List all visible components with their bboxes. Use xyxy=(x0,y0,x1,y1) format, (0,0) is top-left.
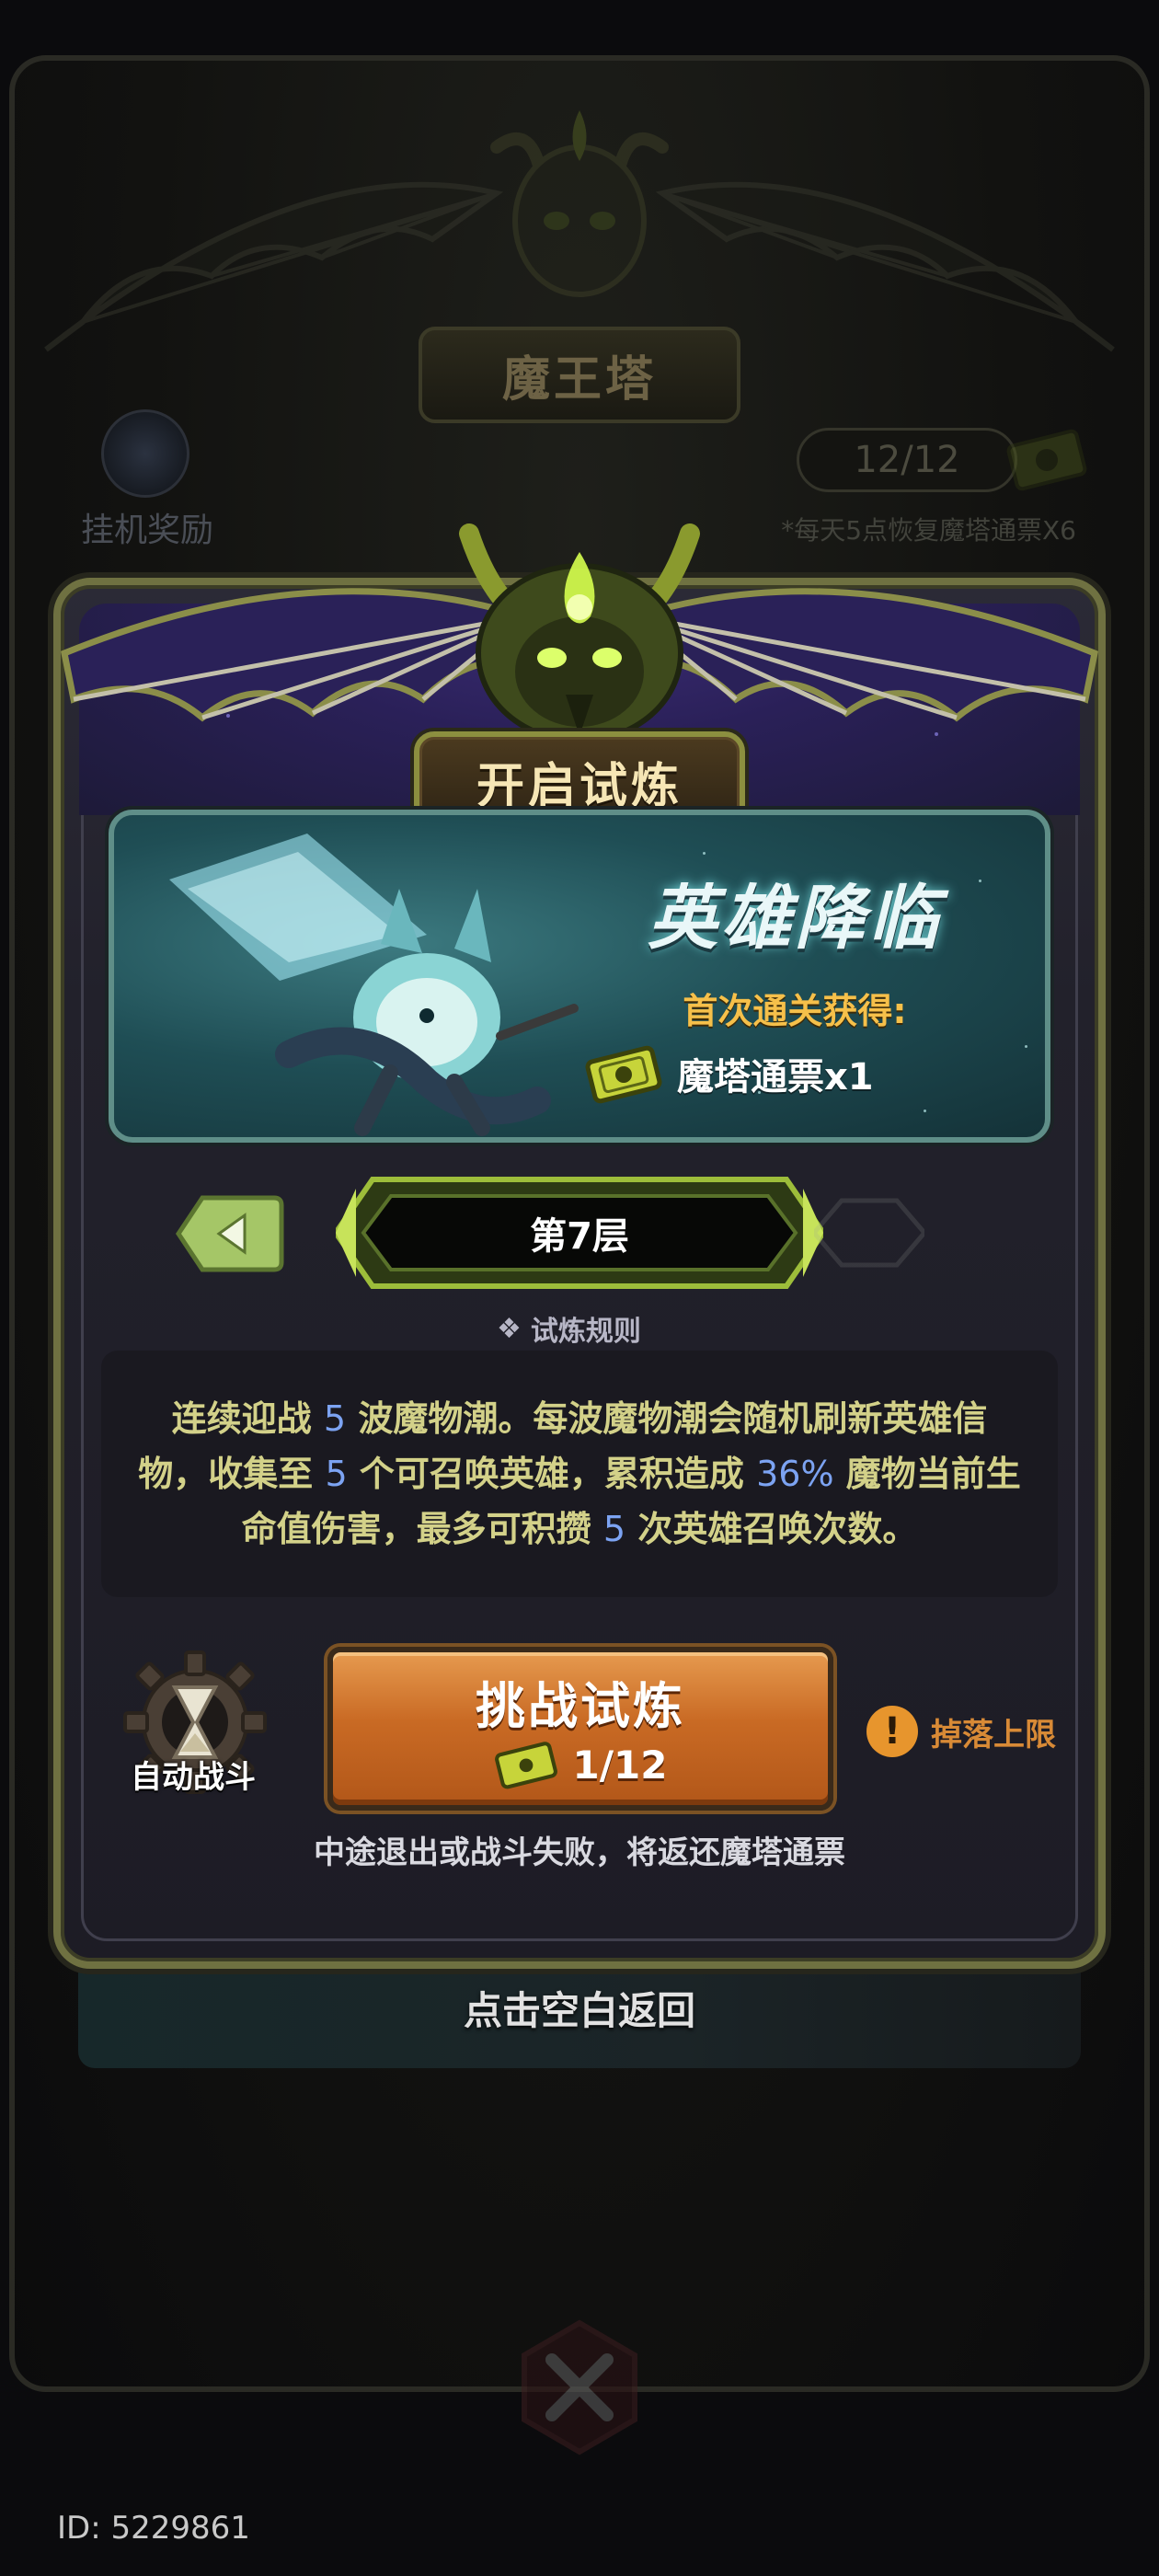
first-clear-reward: 魔塔通票x1 xyxy=(583,1043,874,1104)
challenge-button-label: 挑战试炼 xyxy=(476,1677,685,1735)
challenge-cost: 1/12 xyxy=(333,1739,828,1790)
floor-label: 第7层 xyxy=(530,1215,629,1258)
trial-title: 开启试炼 xyxy=(476,758,683,814)
rules-text-segment: 连续迎战 xyxy=(171,1398,324,1439)
banner-title: 英雄降临 xyxy=(648,877,942,959)
moon-icon xyxy=(101,409,189,498)
tower-title-plate: 魔王塔 xyxy=(419,327,740,423)
rules-text-segment: 次英雄召唤次数。 xyxy=(625,1509,918,1549)
rules-description-box: 连续迎战 5 波魔物潮。每波魔物潮会随机刷新英雄信物，收集至 5 个可召唤英雄，… xyxy=(101,1351,1058,1597)
first-clear-reward-label: 首次通关获得: xyxy=(683,991,907,1031)
auto-battle-label: 自动战斗 xyxy=(131,1759,256,1796)
drop-limit-label: 掉落上限 xyxy=(931,1716,1056,1754)
refund-note: 中途退出或战斗失败，将返还魔塔通票 xyxy=(314,1834,845,1871)
close-emblem-icon xyxy=(522,2319,637,2455)
warning-icon: ! xyxy=(866,1706,918,1757)
background-demon-skull-icon xyxy=(490,110,669,297)
rules-text-segment: 个可召唤英雄，累积造成 xyxy=(347,1454,757,1494)
tower-ticket-icon xyxy=(495,1742,558,1789)
next-floor-ghost-icon xyxy=(814,1198,924,1268)
trial-rules-link[interactable]: ❖ 试炼规则 xyxy=(497,1308,641,1349)
ticket-icon xyxy=(1006,429,1087,491)
tap-blank-to-return[interactable]: 点击空白返回 xyxy=(0,1980,1159,2036)
rules-wave-count: 5 xyxy=(323,1398,347,1439)
hero-banner: 英雄降临 首次通关获得: 魔塔通票x1 xyxy=(109,810,1050,1143)
tower-title: 魔王塔 xyxy=(501,352,657,408)
rules-summon-count: 5 xyxy=(602,1509,626,1549)
challenge-trial-button[interactable]: 挑战试炼 1/12 xyxy=(327,1647,833,1811)
auto-battle-toggle[interactable]: 自动战斗 xyxy=(110,1649,276,1805)
rules-token-count: 5 xyxy=(325,1454,348,1494)
ticket-count: 12/12 xyxy=(797,428,1017,492)
hero-illustration xyxy=(169,834,579,1136)
previous-floor-button[interactable] xyxy=(175,1192,285,1275)
user-id-label: ID: 5229861 xyxy=(57,2510,250,2547)
tower-ticket-icon xyxy=(585,1045,662,1104)
drop-limit-button[interactable]: ! 掉落上限 xyxy=(866,1706,1056,1757)
diamond-cluster-icon: ❖ xyxy=(497,1312,522,1345)
trial-rules-label: 试炼规则 xyxy=(530,1316,641,1348)
rules-description: 连续迎战 5 波魔物潮。每波魔物潮会随机刷新英雄信物，收集至 5 个可召唤英雄，… xyxy=(138,1391,1021,1557)
rules-damage-percent: 36% xyxy=(756,1454,834,1494)
challenge-cost-value: 1/12 xyxy=(572,1742,668,1788)
reward-item-label: 魔塔通票x1 xyxy=(677,1056,874,1098)
